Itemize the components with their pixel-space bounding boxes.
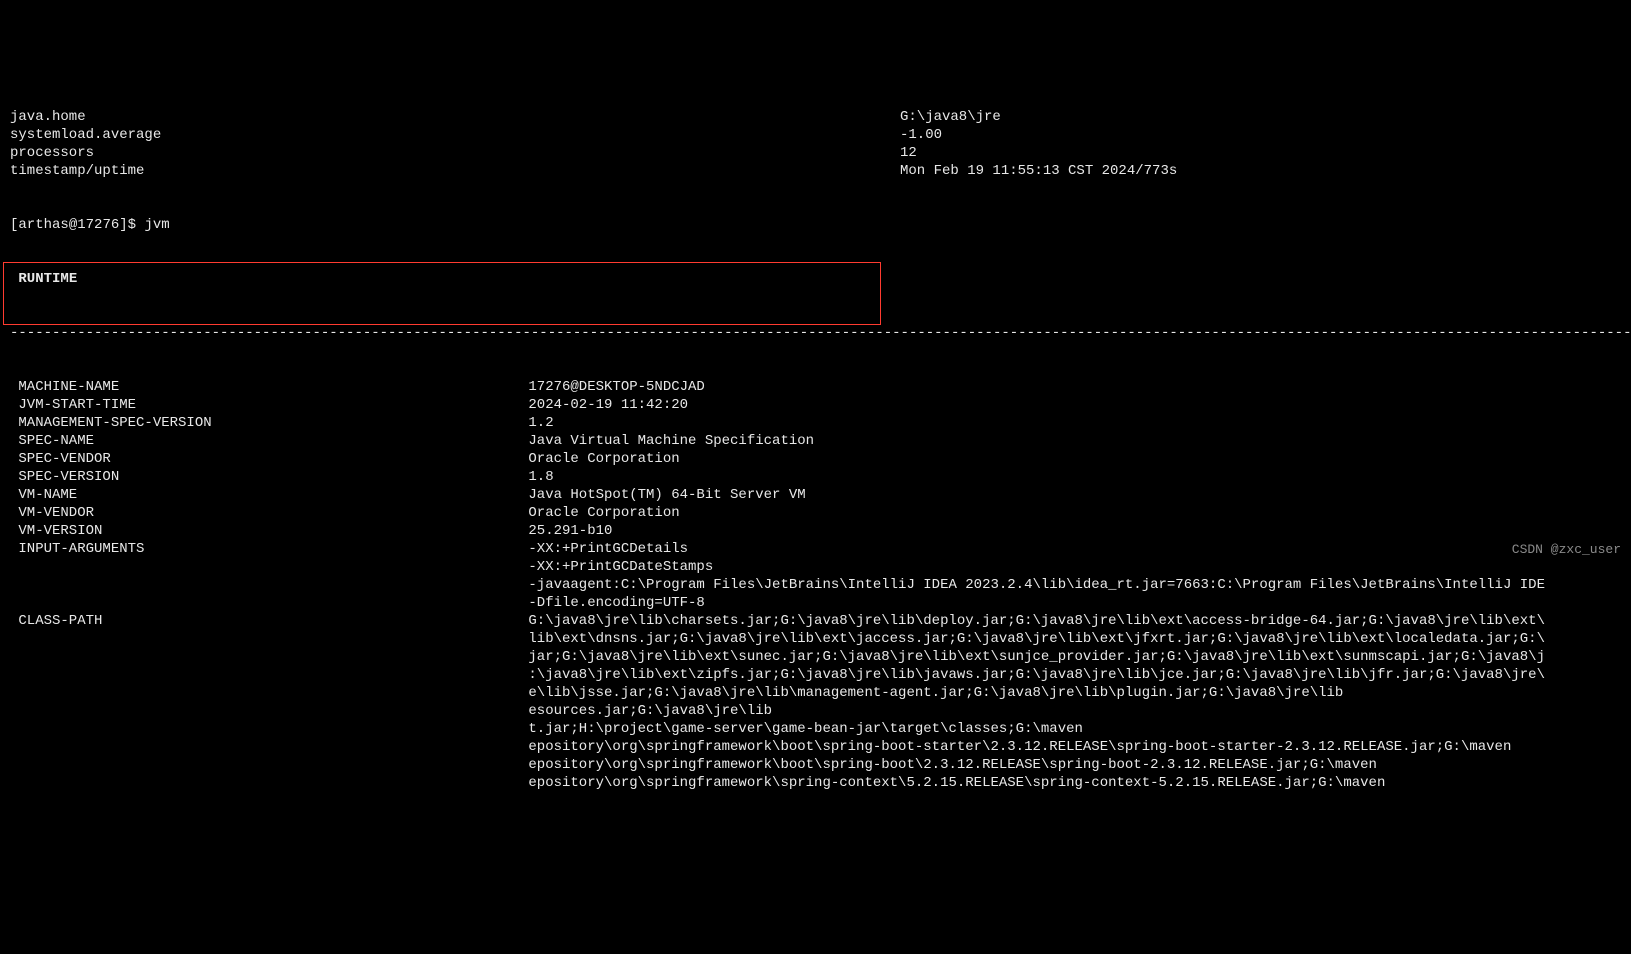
runtime-row: SPEC-NAME Java Virtual Machine Specifica… (10, 432, 1621, 450)
runtime-value: 2024-02-19 11:42:20 (520, 396, 1621, 414)
runtime-value: epository\org\springframework\boot\sprin… (520, 738, 1621, 756)
info-key: java.home (10, 108, 900, 126)
runtime-value: epository\org\springframework\boot\sprin… (520, 756, 1621, 774)
runtime-key (10, 594, 520, 612)
runtime-rows: MACHINE-NAME 17276@DESKTOP-5NDCJAD JVM-S… (10, 378, 1621, 792)
runtime-key: JVM-START-TIME (10, 396, 520, 414)
runtime-value: lib\ext\dnsns.jar;G:\java8\jre\lib\ext\j… (520, 630, 1621, 648)
runtime-row: SPEC-VERSION 1.8 (10, 468, 1621, 486)
runtime-key (10, 666, 520, 684)
runtime-key (10, 630, 520, 648)
runtime-value: -XX:+PrintGCDateStamps (520, 558, 1621, 576)
runtime-value: -XX:+PrintGCDetails (520, 540, 1621, 558)
runtime-row: epository\org\springframework\boot\sprin… (10, 756, 1621, 774)
runtime-row: :\java8\jre\lib\ext\zipfs.jar;G:\java8\j… (10, 666, 1621, 684)
prompt-prefix: [arthas@17276]$ (10, 216, 144, 234)
info-key: timestamp/uptime (10, 162, 900, 180)
runtime-row: t.jar;H:\project\game-server\game-bean-j… (10, 720, 1621, 738)
runtime-key (10, 738, 520, 756)
runtime-value: 17276@DESKTOP-5NDCJAD (520, 378, 1621, 396)
runtime-key: VM-VENDOR (10, 504, 520, 522)
prompt-line[interactable]: [arthas@17276]$ jvm (10, 216, 1621, 234)
runtime-key: VM-VERSION (10, 522, 520, 540)
runtime-key: INPUT-ARGUMENTS (10, 540, 520, 558)
runtime-row: VM-NAME Java HotSpot(TM) 64-Bit Server V… (10, 486, 1621, 504)
runtime-key: CLASS-PATH (10, 612, 520, 630)
runtime-key (10, 576, 520, 594)
runtime-value: e\lib\jsse.jar;G:\java8\jre\lib\manageme… (520, 684, 1621, 702)
runtime-row: VM-VENDOR Oracle Corporation (10, 504, 1621, 522)
runtime-key (10, 684, 520, 702)
prompt-command: jvm (144, 216, 169, 234)
info-value: G:\java8\jre (900, 108, 1621, 126)
runtime-row: epository\org\springframework\spring-con… (10, 774, 1621, 792)
runtime-key (10, 756, 520, 774)
runtime-key (10, 720, 520, 738)
runtime-row: SPEC-VENDOR Oracle Corporation (10, 450, 1621, 468)
runtime-key: SPEC-NAME (10, 432, 520, 450)
info-value: Mon Feb 19 11:55:13 CST 2024/773s (900, 162, 1621, 180)
runtime-value: :\java8\jre\lib\ext\zipfs.jar;G:\java8\j… (520, 666, 1621, 684)
runtime-value: jar;G:\java8\jre\lib\ext\sunec.jar;G:\ja… (520, 648, 1621, 666)
runtime-value: Java Virtual Machine Specification (520, 432, 1621, 450)
runtime-value: Java HotSpot(TM) 64-Bit Server VM (520, 486, 1621, 504)
section-title: RUNTIME (10, 270, 1621, 288)
runtime-row: lib\ext\dnsns.jar;G:\java8\jre\lib\ext\j… (10, 630, 1621, 648)
runtime-key: MANAGEMENT-SPEC-VERSION (10, 414, 520, 432)
info-row: systemload.average-1.00 (10, 126, 1621, 144)
top-rows: java.homeG:\java8\jresystemload.average-… (10, 108, 1621, 180)
runtime-value: 25.291-b10 (520, 522, 1621, 540)
runtime-row: -Dfile.encoding=UTF-8 (10, 594, 1621, 612)
runtime-value: 1.2 (520, 414, 1621, 432)
runtime-value: esources.jar;G:\java8\jre\lib (520, 702, 1621, 720)
runtime-key: MACHINE-NAME (10, 378, 520, 396)
runtime-row: VM-VERSION 25.291-b10 (10, 522, 1621, 540)
runtime-value: epository\org\springframework\spring-con… (520, 774, 1621, 792)
runtime-key (10, 774, 520, 792)
runtime-key: SPEC-VERSION (10, 468, 520, 486)
prompt-pid: 17276 (77, 217, 119, 233)
info-key: processors (10, 144, 900, 162)
runtime-value: -Dfile.encoding=UTF-8 (520, 594, 1621, 612)
runtime-value: -javaagent:C:\Program Files\JetBrains\In… (520, 576, 1621, 594)
prompt-user: arthas (18, 217, 68, 233)
runtime-value: 1.8 (520, 468, 1621, 486)
info-row: java.homeG:\java8\jre (10, 108, 1621, 126)
runtime-row: MACHINE-NAME 17276@DESKTOP-5NDCJAD (10, 378, 1621, 396)
runtime-row: jar;G:\java8\jre\lib\ext\sunec.jar;G:\ja… (10, 648, 1621, 666)
info-row: timestamp/uptimeMon Feb 19 11:55:13 CST … (10, 162, 1621, 180)
runtime-row: esources.jar;G:\java8\jre\lib (10, 702, 1621, 720)
runtime-row: INPUT-ARGUMENTS -XX:+PrintGCDetails (10, 540, 1621, 558)
terminal[interactable]: java.homeG:\java8\jresystemload.average-… (0, 72, 1631, 810)
runtime-row: JVM-START-TIME 2024-02-19 11:42:20 (10, 396, 1621, 414)
runtime-row: MANAGEMENT-SPEC-VERSION 1.2 (10, 414, 1621, 432)
divider: ----------------------------------------… (10, 324, 1621, 342)
runtime-key (10, 702, 520, 720)
runtime-key (10, 648, 520, 666)
runtime-row: CLASS-PATH G:\java8\jre\lib\charsets.jar… (10, 612, 1621, 630)
runtime-value: G:\java8\jre\lib\charsets.jar;G:\java8\j… (520, 612, 1621, 630)
info-row: processors12 (10, 144, 1621, 162)
info-key: systemload.average (10, 126, 900, 144)
runtime-value: Oracle Corporation (520, 450, 1621, 468)
runtime-key (10, 558, 520, 576)
runtime-value: t.jar;H:\project\game-server\game-bean-j… (520, 720, 1621, 738)
runtime-key: VM-NAME (10, 486, 520, 504)
runtime-row: -javaagent:C:\Program Files\JetBrains\In… (10, 576, 1621, 594)
runtime-value: Oracle Corporation (520, 504, 1621, 522)
info-value: -1.00 (900, 126, 1621, 144)
runtime-row: -XX:+PrintGCDateStamps (10, 558, 1621, 576)
runtime-row: epository\org\springframework\boot\sprin… (10, 738, 1621, 756)
info-value: 12 (900, 144, 1621, 162)
runtime-row: e\lib\jsse.jar;G:\java8\jre\lib\manageme… (10, 684, 1621, 702)
runtime-key: SPEC-VENDOR (10, 450, 520, 468)
